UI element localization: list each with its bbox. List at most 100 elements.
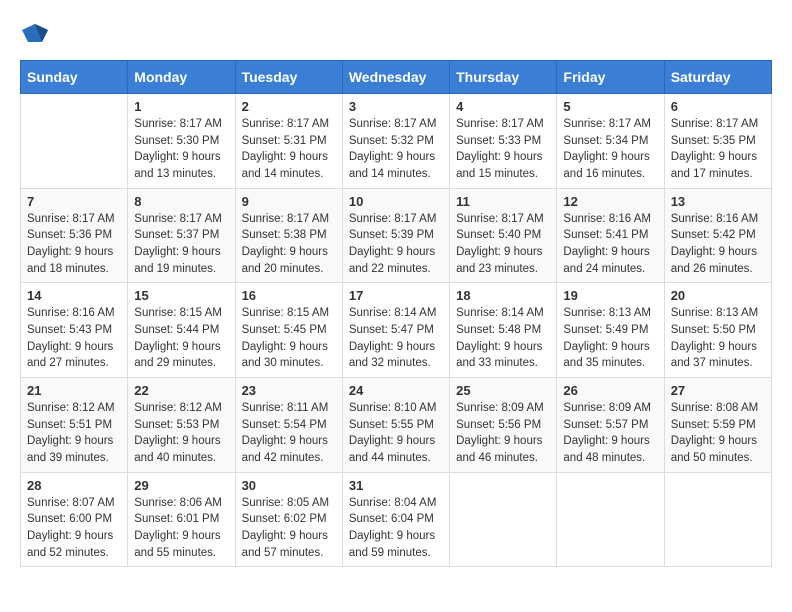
weekday-header: Monday	[128, 61, 235, 94]
calendar-cell: 12 Sunrise: 8:16 AM Sunset: 5:41 PM Dayli…	[557, 188, 664, 283]
day-info: Sunrise: 8:17 AM Sunset: 5:31 PM Dayligh…	[242, 116, 336, 183]
day-info: Sunrise: 8:12 AM Sunset: 5:53 PM Dayligh…	[134, 400, 228, 467]
day-number: 29	[134, 478, 228, 493]
day-info: Sunrise: 8:11 AM Sunset: 5:54 PM Dayligh…	[242, 400, 336, 467]
calendar-week-row: 1 Sunrise: 8:17 AM Sunset: 5:30 PM Daylig…	[21, 94, 772, 189]
day-number: 10	[349, 194, 443, 209]
calendar-cell: 29Sunrise: 8:06 AM Sunset: 6:01 PM Dayli…	[128, 472, 235, 567]
calendar-cell: 8 Sunrise: 8:17 AM Sunset: 5:37 PM Daylig…	[128, 188, 235, 283]
day-number: 25	[456, 383, 550, 398]
day-info: Sunrise: 8:16 AM Sunset: 5:42 PM Dayligh…	[671, 211, 765, 278]
calendar-cell: 27 Sunrise: 8:08 AM Sunset: 5:59 PM Dayli…	[664, 378, 771, 473]
calendar-cell: 17Sunrise: 8:14 AM Sunset: 5:47 PM Dayli…	[342, 283, 449, 378]
calendar-cell: 14 Sunrise: 8:16 AM Sunset: 5:43 PM Dayli…	[21, 283, 128, 378]
day-number: 28	[27, 478, 121, 493]
calendar-cell	[21, 94, 128, 189]
day-number: 27	[671, 383, 765, 398]
calendar-cell: 16Sunrise: 8:15 AM Sunset: 5:45 PM Dayli…	[235, 283, 342, 378]
calendar-cell: 26 Sunrise: 8:09 AM Sunset: 5:57 PM Dayli…	[557, 378, 664, 473]
day-info: Sunrise: 8:13 AM Sunset: 5:49 PM Dayligh…	[563, 305, 657, 372]
day-info: Sunrise: 8:16 AM Sunset: 5:43 PM Dayligh…	[27, 305, 121, 372]
day-number: 7	[27, 194, 121, 209]
day-info: Sunrise: 8:17 AM Sunset: 5:36 PM Dayligh…	[27, 211, 121, 278]
day-info: Sunrise: 8:14 AM Sunset: 5:48 PM Dayligh…	[456, 305, 550, 372]
logo-icon	[20, 20, 50, 50]
day-info: Sunrise: 8:17 AM Sunset: 5:38 PM Dayligh…	[242, 211, 336, 278]
calendar-cell	[557, 472, 664, 567]
day-number: 23	[242, 383, 336, 398]
day-info: Sunrise: 8:17 AM Sunset: 5:40 PM Dayligh…	[456, 211, 550, 278]
calendar-cell: 10 Sunrise: 8:17 AM Sunset: 5:39 PM Dayli…	[342, 188, 449, 283]
weekday-header: Thursday	[450, 61, 557, 94]
day-number: 13	[671, 194, 765, 209]
weekday-header: Friday	[557, 61, 664, 94]
day-info: Sunrise: 8:07 AM Sunset: 6:00 PM Dayligh…	[27, 495, 121, 562]
day-info: Sunrise: 8:14 AM Sunset: 5:47 PM Dayligh…	[349, 305, 443, 372]
day-info: Sunrise: 8:17 AM Sunset: 5:33 PM Dayligh…	[456, 116, 550, 183]
calendar-cell: 25 Sunrise: 8:09 AM Sunset: 5:56 PM Dayli…	[450, 378, 557, 473]
day-info: Sunrise: 8:17 AM Sunset: 5:39 PM Dayligh…	[349, 211, 443, 278]
weekday-header: Sunday	[21, 61, 128, 94]
day-number: 14	[27, 288, 121, 303]
calendar-cell: 9 Sunrise: 8:17 AM Sunset: 5:38 PM Daylig…	[235, 188, 342, 283]
calendar-cell: 22 Sunrise: 8:12 AM Sunset: 5:53 PM Dayli…	[128, 378, 235, 473]
calendar-week-row: 21Sunrise: 8:12 AM Sunset: 5:51 PM Dayli…	[21, 378, 772, 473]
calendar-header-row: SundayMondayTuesdayWednesdayThursdayFrid…	[21, 61, 772, 94]
calendar-cell: 31 Sunrise: 8:04 AM Sunset: 6:04 PM Dayli…	[342, 472, 449, 567]
page-header	[20, 20, 772, 50]
day-info: Sunrise: 8:05 AM Sunset: 6:02 PM Dayligh…	[242, 495, 336, 562]
calendar-cell	[450, 472, 557, 567]
calendar-week-row: 28 Sunrise: 8:07 AM Sunset: 6:00 PM Dayli…	[21, 472, 772, 567]
day-info: Sunrise: 8:10 AM Sunset: 5:55 PM Dayligh…	[349, 400, 443, 467]
day-number: 5	[563, 99, 657, 114]
day-info: Sunrise: 8:17 AM Sunset: 5:34 PM Dayligh…	[563, 116, 657, 183]
day-number: 20	[671, 288, 765, 303]
day-number: 24	[349, 383, 443, 398]
calendar-cell: 4 Sunrise: 8:17 AM Sunset: 5:33 PM Daylig…	[450, 94, 557, 189]
calendar-cell: 19 Sunrise: 8:13 AM Sunset: 5:49 PM Dayli…	[557, 283, 664, 378]
day-info: Sunrise: 8:17 AM Sunset: 5:30 PM Dayligh…	[134, 116, 228, 183]
day-info: Sunrise: 8:04 AM Sunset: 6:04 PM Dayligh…	[349, 495, 443, 562]
day-info: Sunrise: 8:09 AM Sunset: 5:56 PM Dayligh…	[456, 400, 550, 467]
calendar-cell: 6 Sunrise: 8:17 AM Sunset: 5:35 PM Daylig…	[664, 94, 771, 189]
calendar-cell: 20Sunrise: 8:13 AM Sunset: 5:50 PM Dayli…	[664, 283, 771, 378]
day-info: Sunrise: 8:17 AM Sunset: 5:37 PM Dayligh…	[134, 211, 228, 278]
calendar-cell: 1 Sunrise: 8:17 AM Sunset: 5:30 PM Daylig…	[128, 94, 235, 189]
calendar-week-row: 7 Sunrise: 8:17 AM Sunset: 5:36 PM Daylig…	[21, 188, 772, 283]
calendar-cell: 5 Sunrise: 8:17 AM Sunset: 5:34 PM Daylig…	[557, 94, 664, 189]
day-number: 8	[134, 194, 228, 209]
calendar-cell: 24 Sunrise: 8:10 AM Sunset: 5:55 PM Dayli…	[342, 378, 449, 473]
day-number: 4	[456, 99, 550, 114]
calendar-cell: 7 Sunrise: 8:17 AM Sunset: 5:36 PM Daylig…	[21, 188, 128, 283]
day-number: 21	[27, 383, 121, 398]
calendar-cell: 18Sunrise: 8:14 AM Sunset: 5:48 PM Dayli…	[450, 283, 557, 378]
calendar-table: SundayMondayTuesdayWednesdayThursdayFrid…	[20, 60, 772, 567]
day-number: 31	[349, 478, 443, 493]
logo	[20, 20, 54, 50]
calendar-cell	[664, 472, 771, 567]
day-number: 22	[134, 383, 228, 398]
day-number: 1	[134, 99, 228, 114]
day-info: Sunrise: 8:16 AM Sunset: 5:41 PM Dayligh…	[563, 211, 657, 278]
day-info: Sunrise: 8:08 AM Sunset: 5:59 PM Dayligh…	[671, 400, 765, 467]
day-number: 15	[134, 288, 228, 303]
calendar-cell: 21Sunrise: 8:12 AM Sunset: 5:51 PM Dayli…	[21, 378, 128, 473]
day-number: 9	[242, 194, 336, 209]
day-number: 3	[349, 99, 443, 114]
calendar-cell: 28 Sunrise: 8:07 AM Sunset: 6:00 PM Dayli…	[21, 472, 128, 567]
calendar-cell: 30Sunrise: 8:05 AM Sunset: 6:02 PM Dayli…	[235, 472, 342, 567]
weekday-header: Tuesday	[235, 61, 342, 94]
calendar-cell: 13 Sunrise: 8:16 AM Sunset: 5:42 PM Dayli…	[664, 188, 771, 283]
day-info: Sunrise: 8:15 AM Sunset: 5:44 PM Dayligh…	[134, 305, 228, 372]
day-number: 2	[242, 99, 336, 114]
day-number: 6	[671, 99, 765, 114]
day-number: 12	[563, 194, 657, 209]
day-number: 19	[563, 288, 657, 303]
day-info: Sunrise: 8:17 AM Sunset: 5:35 PM Dayligh…	[671, 116, 765, 183]
calendar-cell: 11Sunrise: 8:17 AM Sunset: 5:40 PM Dayli…	[450, 188, 557, 283]
day-info: Sunrise: 8:09 AM Sunset: 5:57 PM Dayligh…	[563, 400, 657, 467]
calendar-cell: 3Sunrise: 8:17 AM Sunset: 5:32 PM Daylig…	[342, 94, 449, 189]
calendar-cell: 2 Sunrise: 8:17 AM Sunset: 5:31 PM Daylig…	[235, 94, 342, 189]
calendar-cell: 23 Sunrise: 8:11 AM Sunset: 5:54 PM Dayli…	[235, 378, 342, 473]
day-number: 26	[563, 383, 657, 398]
